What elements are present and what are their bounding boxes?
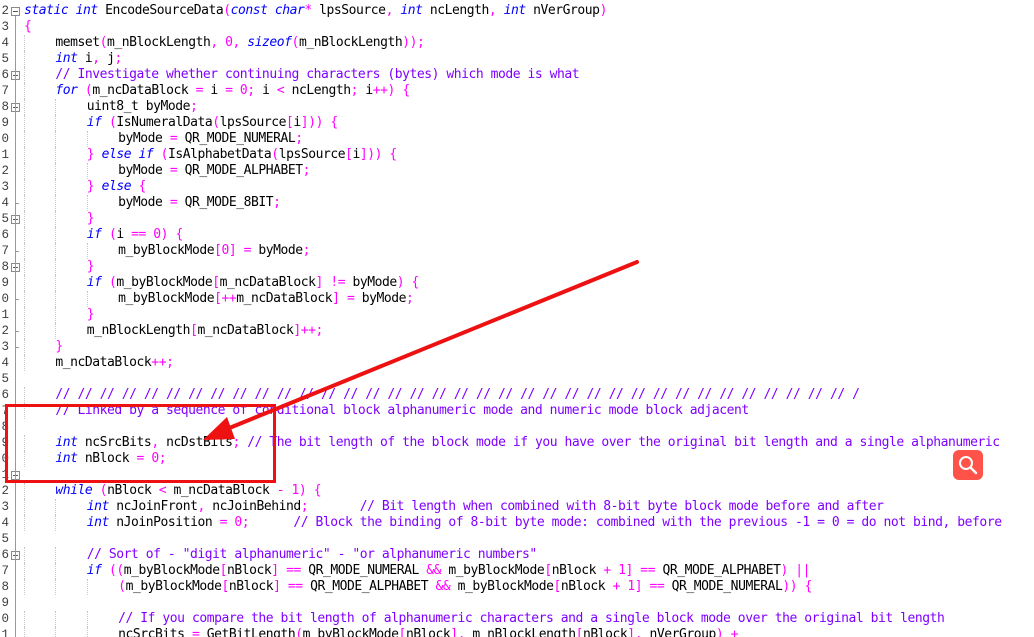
code-line: uint8_t byMode; [24,99,198,115]
code-line: byMode = QR_MODE_8BIT; [24,195,281,211]
code-line: int ncJoinFront, ncJoinBehind; // Bit le… [24,499,884,515]
line-number: 2 [1,164,9,178]
line-number: 3 [1,20,9,34]
line-number: 1 [1,308,9,322]
fold-end-mark [15,251,19,252]
line-number: 0 [1,132,9,146]
line-number: 9 [1,116,9,130]
code-line: } [24,259,95,275]
line-number: 1 [1,628,9,637]
search-button[interactable] [953,450,983,480]
code-line: m_nBlockLength[m_ncDataBlock]++; [24,323,323,339]
line-number: 2 [1,484,9,498]
code-line: } [24,211,95,227]
code-line: for (m_ncDataBlock = i = 0; i < ncLength… [24,83,410,99]
line-number: 7 [1,244,9,258]
line-number: 6 [1,548,9,562]
line-number: 3 [1,180,9,194]
fold-end-mark [15,203,19,204]
line-number: 7 [1,564,9,578]
code-line: { [24,19,32,34]
line-number: 5 [1,532,9,546]
line-number: 5 [1,372,9,386]
fold-guide [15,16,16,637]
code-line: // // // // // // // // // // // // // /… [24,387,860,403]
code-line: if ((m_byBlockMode[nBlock] == QR_MODE_NU… [24,563,811,579]
fold-end-mark [15,347,19,348]
code-line: m_byBlockMode[0] = byMode; [24,243,311,259]
code-line: byMode = QR_MODE_ALPHABET; [24,163,310,179]
code-line: memset(m_nBlockLength, 0, sizeof(m_nBloc… [24,35,425,51]
code-line: while (nBlock < m_ncDataBlock - 1) { [24,483,322,499]
line-number: 5 [1,52,9,66]
fold-margin [11,0,20,637]
line-number: 4 [1,196,9,210]
line-number: 4 [1,516,9,530]
code-line: } else if (IsAlphabetData(lpsSource[i]))… [24,147,397,163]
line-number: 5 [1,212,9,226]
code-line: int i, j; [24,51,122,67]
code-line: byMode = QR_MODE_NUMERAL; [24,131,303,147]
code-line: (m_byBlockMode[nBlock] == QR_MODE_ALPHAB… [24,579,812,595]
line-number: 7 [1,84,9,98]
line-number: 4 [1,36,9,50]
line-number: 9 [1,276,9,290]
fold-toggle[interactable] [11,7,20,16]
code-editor[interactable]: 2345678901234567890123456789012345678901… [0,0,1034,637]
fold-end-mark [15,331,19,332]
line-number: 8 [1,580,9,594]
line-number-gutter: 2345678901234567890123456789012345678901 [0,0,9,637]
line-number: 2 [1,324,9,338]
line-number: 0 [1,612,9,626]
fold-end-mark [15,299,19,300]
code-line: } else { [24,179,146,195]
line-number: 8 [1,260,9,274]
line-number: 3 [1,500,9,514]
code-line: m_byBlockMode[++m_ncDataBlock] = byMode; [24,291,414,307]
line-number: 6 [1,228,9,242]
code-line: // If you compare the bit length of alph… [24,611,945,627]
search-icon [959,456,978,475]
code-line: // Investigate whether continuing charac… [24,67,580,83]
code-line: int nJoinPosition = 0; // Block the bind… [24,515,1002,531]
code-line: static int EncodeSourceData(const char* … [24,3,607,18]
line-number: 6 [1,388,9,402]
code-line: ncSrcBits = GetBitLength(m_byBlockMode[n… [24,627,739,637]
line-number: 6 [1,68,9,82]
code-line: } [24,307,95,323]
code-line: if (m_byBlockMode[m_ncDataBlock] != byMo… [24,275,419,291]
line-number: 3 [1,340,9,354]
line-number: 0 [1,292,9,306]
code-line: if (i == 0) { [24,227,183,243]
line-number: 8 [1,100,9,114]
code-line: } [24,339,63,355]
code-line: // Sort of - "digit alphanumeric" - "or … [24,547,537,563]
line-number: 1 [1,148,9,162]
line-number: 2 [1,4,9,18]
code-line: m_ncDataBlock++; [24,355,174,371]
annotation-highlight-box [5,404,276,483]
code-line: if (IsNumeralData(lpsSource[i])) { [24,115,338,131]
code-area[interactable]: static int EncodeSourceData(const char* … [24,0,1034,637]
line-number: 9 [1,596,9,610]
line-number: 4 [1,356,9,370]
